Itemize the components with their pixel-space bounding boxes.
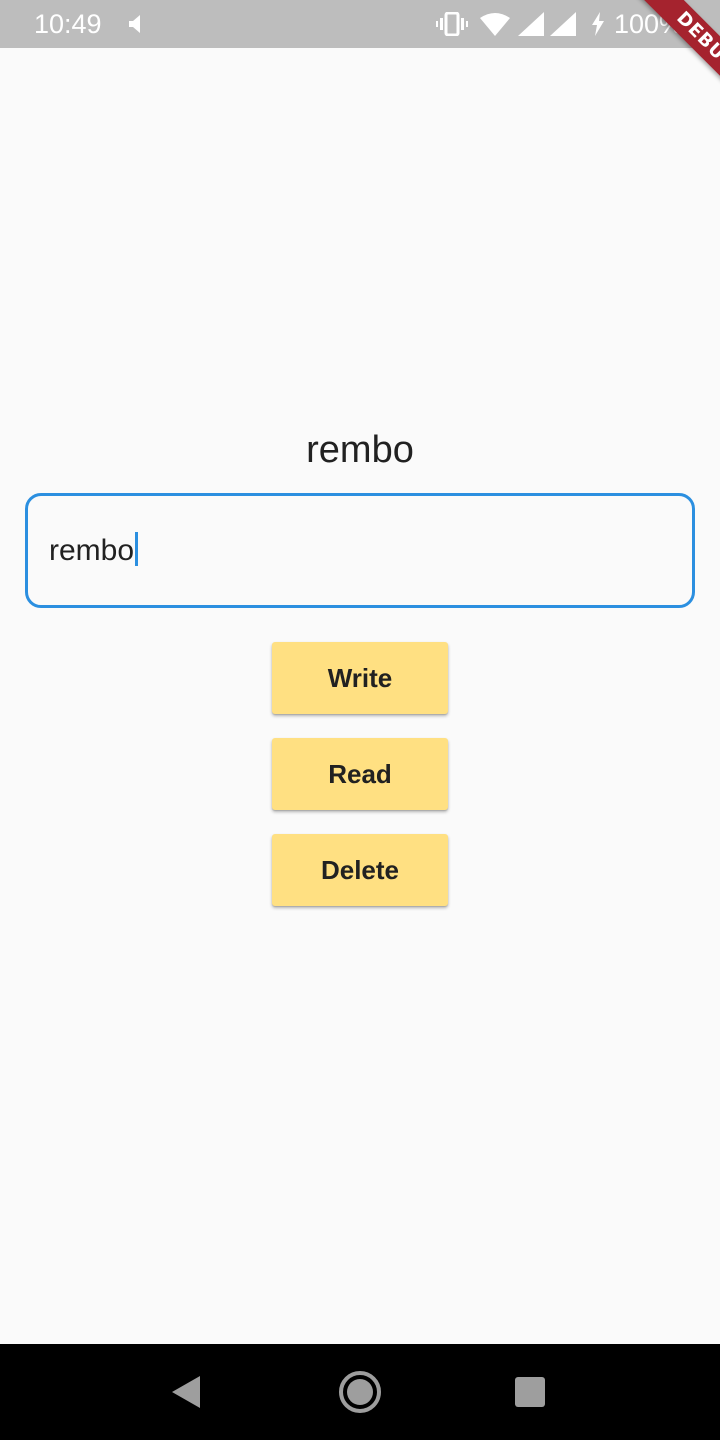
text-input-field[interactable]: rembo bbox=[25, 493, 695, 608]
status-bar: 10:49 100% bbox=[0, 0, 720, 48]
vibrate-icon bbox=[436, 12, 468, 36]
charging-icon bbox=[591, 12, 605, 36]
volume-icon bbox=[128, 14, 144, 34]
back-icon[interactable] bbox=[162, 1368, 210, 1416]
status-time: 10:49 bbox=[34, 9, 102, 39]
text-caret bbox=[135, 532, 139, 566]
delete-button[interactable]: Delete bbox=[272, 834, 448, 906]
wifi-icon bbox=[480, 12, 510, 36]
write-button[interactable]: Write bbox=[272, 642, 448, 714]
text-input-value[interactable]: rembo bbox=[49, 532, 139, 570]
battery-percent: 100% bbox=[614, 9, 684, 39]
app-screen: 10:49 100% DEBUG rembo rembo Write Read … bbox=[0, 0, 720, 1440]
cell-signal-icon bbox=[550, 12, 576, 36]
read-button[interactable]: Read bbox=[272, 738, 448, 810]
home-icon[interactable] bbox=[336, 1368, 384, 1416]
navigation-bar bbox=[0, 1344, 720, 1440]
display-text: rembo bbox=[306, 429, 414, 471]
recents-icon[interactable] bbox=[506, 1368, 554, 1416]
cell-signal-icon bbox=[518, 12, 544, 36]
text-input-value-text: rembo bbox=[49, 534, 135, 567]
